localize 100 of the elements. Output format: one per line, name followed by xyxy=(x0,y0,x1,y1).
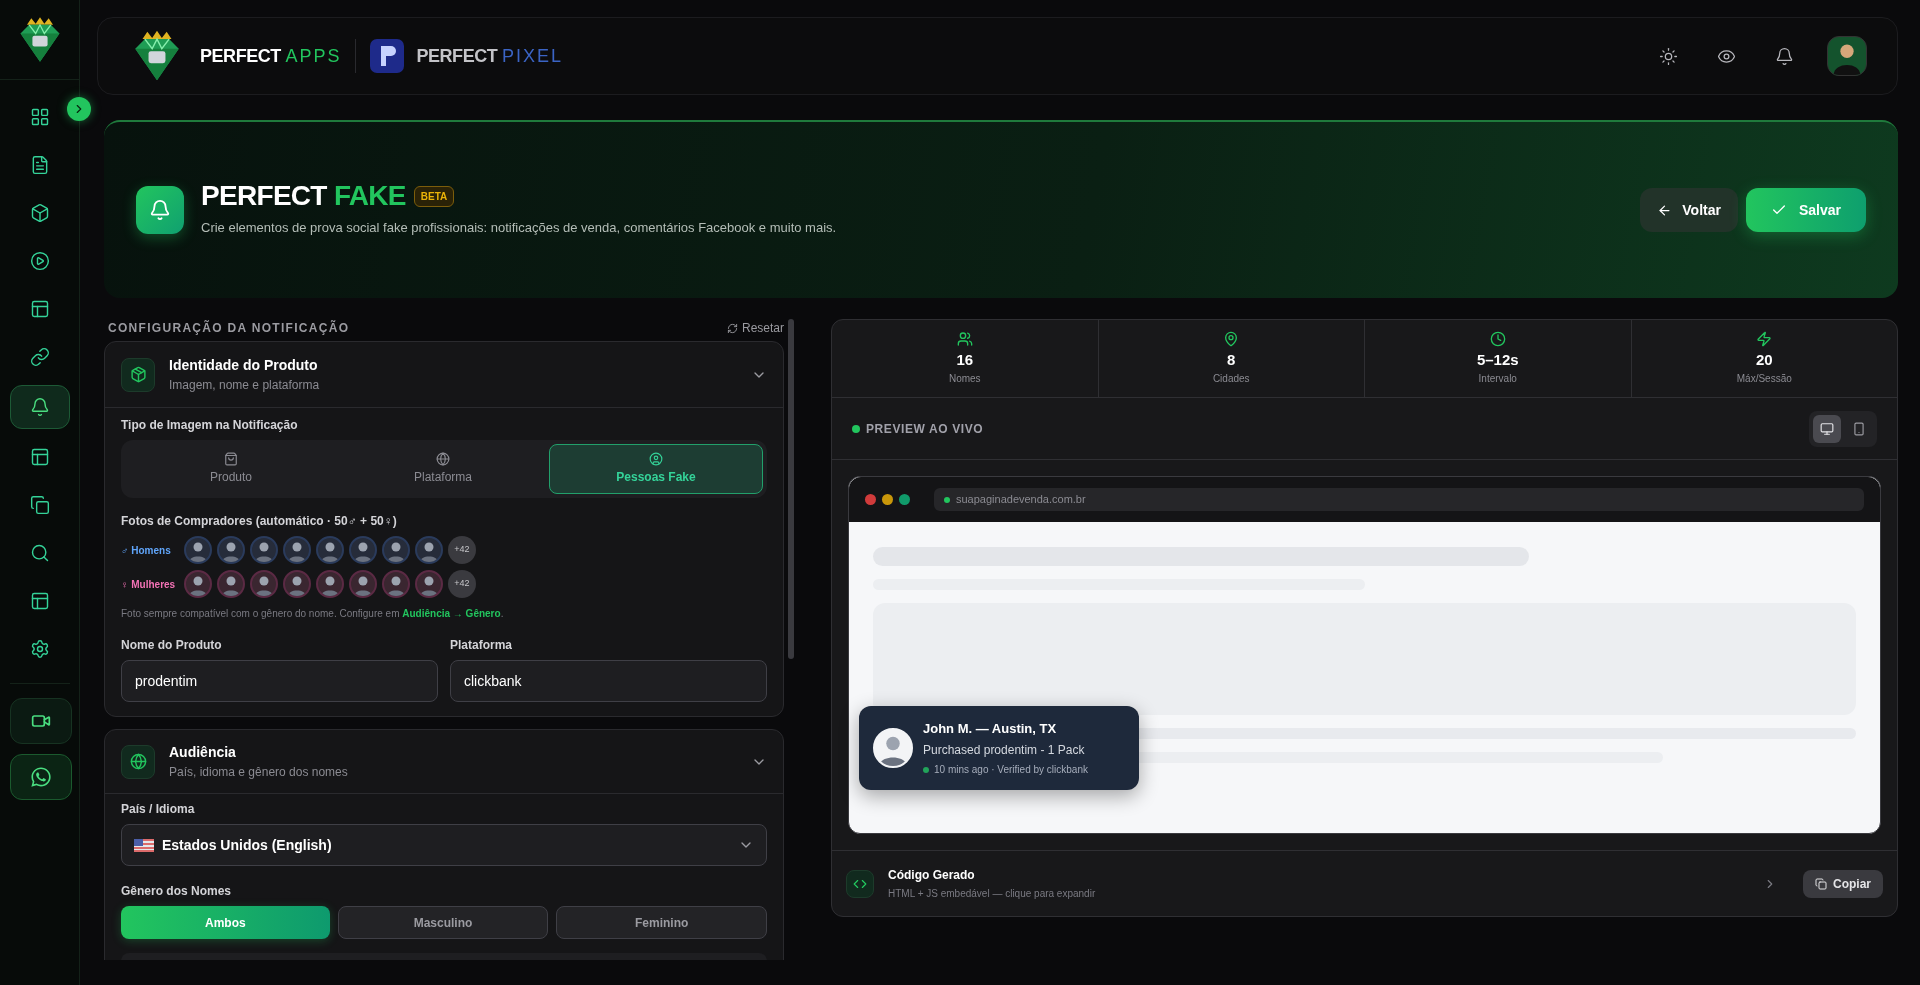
gender-label: ♂ Homens xyxy=(121,543,172,558)
user-avatar[interactable] xyxy=(1827,36,1867,76)
buyer-avatar xyxy=(217,570,245,598)
user-icon xyxy=(649,452,663,466)
buyer-avatar xyxy=(349,570,377,598)
pixel-logo-icon xyxy=(370,39,405,73)
grid-icon xyxy=(29,107,50,127)
reset-button[interactable]: Resetar xyxy=(726,319,784,337)
sidebar-item[interactable] xyxy=(9,754,72,800)
brand-name: PERFECT PIXEL xyxy=(416,44,563,68)
text-field[interactable]: prodentim xyxy=(121,660,438,702)
help-text: Foto sempre compatível com o gênero do nome. Configure em Audiência → Gênero. xyxy=(121,607,505,621)
search-icon xyxy=(29,543,50,563)
image-type-tab[interactable]: Plataforma xyxy=(337,444,549,494)
buyer-avatar xyxy=(217,536,245,564)
stat-value: 8 xyxy=(1227,349,1236,370)
preview-title: PREVIEW AO VIVO xyxy=(866,420,984,438)
image-type-tab[interactable]: Produto xyxy=(125,444,337,494)
notification-meta: 10 mins ago · Verified by clickbank xyxy=(934,763,1088,778)
cube-icon xyxy=(121,357,155,392)
card-title: Audiência xyxy=(169,743,237,762)
bell-icon xyxy=(1774,46,1794,66)
pin-icon xyxy=(1223,330,1240,347)
buyer-avatar xyxy=(184,570,212,598)
layout-icon xyxy=(29,299,50,319)
buyer-avatar xyxy=(316,536,344,564)
field-label: Nome do Produto xyxy=(121,637,223,654)
buyer-avatar xyxy=(184,536,212,564)
layout-icon xyxy=(29,591,50,611)
us-flag-icon xyxy=(134,838,154,852)
buyer-avatar xyxy=(873,728,913,768)
stat-label: Intervalo xyxy=(1478,372,1517,387)
section-heading: CONFIGURAÇÃO DA NOTIFICAÇÃO xyxy=(108,319,350,337)
buyer-avatar xyxy=(415,536,443,564)
code-subtitle: HTML + JS embedável — clique para expandir xyxy=(888,887,1096,901)
refresh-icon xyxy=(726,322,738,334)
buyer-avatar xyxy=(250,570,278,598)
expand-button[interactable] xyxy=(67,97,91,121)
whatsapp-icon xyxy=(29,766,52,788)
globe-icon xyxy=(121,744,155,779)
buyer-avatar xyxy=(316,570,344,598)
buyer-avatar xyxy=(415,570,443,598)
buyer-avatar xyxy=(250,536,278,564)
copy-icon xyxy=(1815,877,1827,890)
copy-icon xyxy=(29,495,50,515)
link-icon xyxy=(29,347,50,367)
gender-label: ♀ Mulheres xyxy=(121,577,177,592)
more-count: +42 xyxy=(448,536,476,564)
bell-badge-icon xyxy=(136,186,184,234)
code-title: Código Gerado xyxy=(888,867,976,884)
field-label: País / Idioma xyxy=(121,801,196,818)
card-subtitle: Imagem, nome e plataforma xyxy=(169,377,320,394)
image-type-tab[interactable]: Pessoas Fake xyxy=(549,444,763,494)
buyer-name: John M. — Austin, TX xyxy=(923,719,1058,738)
more-count: +42 xyxy=(448,570,476,598)
play-icon xyxy=(29,251,50,271)
url-text: suapaginadevenda.com.br xyxy=(956,492,1086,508)
buyer-avatar xyxy=(283,536,311,564)
stat-value: 16 xyxy=(956,349,974,370)
buyer-avatar xyxy=(382,536,410,564)
card-subtitle: País, idioma e gênero dos nomes xyxy=(169,764,348,781)
sidebar-item[interactable] xyxy=(9,698,72,744)
field-label: Gênero dos Nomes xyxy=(121,883,233,900)
gender-option[interactable]: Feminino xyxy=(556,906,767,939)
field-label: Tipo de Imagem na Notificação xyxy=(121,417,299,434)
country-select[interactable]: Estados Unidos (English) xyxy=(121,824,767,866)
lightning-icon xyxy=(1756,330,1773,347)
text-field[interactable]: clickbank xyxy=(450,660,767,702)
field-label: Fotos de Compradores (automático · 50♂ + 50♀) xyxy=(121,513,398,530)
users-icon xyxy=(956,330,973,347)
gender-option[interactable]: Masculino xyxy=(337,906,549,939)
settings-icon xyxy=(29,639,50,659)
stat-value: 5–12s xyxy=(1476,349,1519,370)
stat-label: Nomes xyxy=(948,372,981,387)
buyer-avatar xyxy=(349,536,377,564)
sidebar-item[interactable] xyxy=(9,385,70,429)
desktop-view-button[interactable] xyxy=(1813,414,1841,443)
bell-icon xyxy=(29,397,50,417)
stat-value: 20 xyxy=(1755,349,1773,370)
buyer-avatar xyxy=(283,570,311,598)
field-label: Plataforma xyxy=(450,637,514,654)
brand-name: PERFECT APPS xyxy=(200,44,342,68)
scrollbar[interactable] xyxy=(788,319,794,659)
globe-icon xyxy=(436,452,450,466)
back-button[interactable]: Voltar xyxy=(1640,188,1738,232)
bag-icon xyxy=(224,452,238,466)
layout-icon xyxy=(29,447,50,467)
buyer-avatar xyxy=(382,570,410,598)
beta-badge: BETA xyxy=(413,185,455,207)
phone-icon xyxy=(1852,421,1866,436)
cube-icon xyxy=(29,203,50,223)
sun-icon xyxy=(1658,46,1678,66)
stat-label: Cidades xyxy=(1212,372,1250,387)
copy-button[interactable]: Copiar xyxy=(1803,869,1883,898)
stat-label: Máx/Sessão xyxy=(1736,372,1792,387)
settings-link[interactable]: Audiência → Gênero xyxy=(402,608,501,619)
card-title: Identidade do Produto xyxy=(169,356,319,375)
code-icon xyxy=(846,869,874,898)
page-subtitle: Crie elementos de prova social fake profissionais: notificações de venda, comentários Facebook e muito mais. xyxy=(201,219,837,238)
clock-icon xyxy=(1489,330,1506,347)
